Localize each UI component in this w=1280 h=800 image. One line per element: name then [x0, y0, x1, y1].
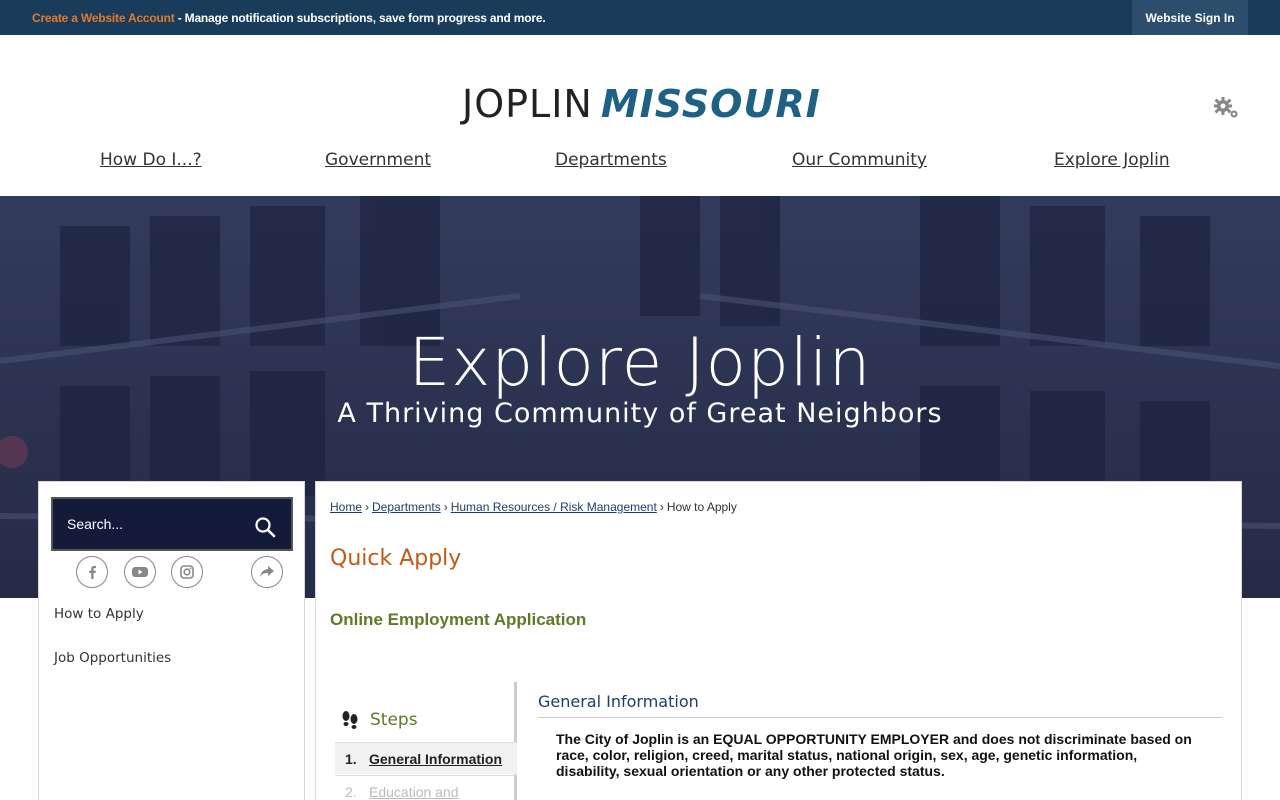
step-number: 1.	[345, 751, 357, 767]
facebook-icon[interactable]	[76, 556, 108, 588]
sidebar: Search... How to Apply Job Opportunities	[38, 481, 305, 800]
notification-message: Create a Website Account - Manage notifi…	[32, 11, 546, 25]
breadcrumb-current: How to Apply	[666, 500, 737, 514]
hero-subtitle: A Thriving Community of Great Neighbors	[337, 398, 943, 429]
nav-how-do-i[interactable]: How Do I...?	[100, 150, 202, 170]
nav-our-community[interactable]: Our Community	[792, 150, 927, 170]
create-account-link[interactable]: Create a Website Account	[32, 11, 175, 25]
breadcrumb-home[interactable]: Home	[330, 500, 362, 514]
logo-joplin: JOPLIN	[462, 82, 593, 126]
section-divider	[538, 717, 1222, 718]
eeo-statement: The City of Joplin is an EQUAL OPPORTUNI…	[556, 731, 1192, 779]
breadcrumb-human-resources[interactable]: Human Resources / Risk Management	[451, 500, 657, 514]
top-notification-bar: Create a Website Account - Manage notifi…	[0, 0, 1280, 35]
main-content: Home › Departments › Human Resources / Risk …	[315, 481, 1242, 800]
footprints-icon	[342, 711, 358, 729]
nav-government[interactable]: Government	[325, 150, 431, 170]
step-label: General Information	[369, 751, 503, 767]
search-icon[interactable]	[253, 515, 277, 539]
sidebar-item-job-opportunities[interactable]: Job Opportunities	[54, 650, 171, 666]
hero-title: Explore Joplin	[408, 324, 872, 401]
nav-explore-joplin[interactable]: Explore Joplin	[1054, 150, 1170, 170]
breadcrumb: Home › Departments › Human Resources / Risk …	[330, 500, 737, 514]
step-general-information[interactable]: 1. General Information	[335, 742, 517, 774]
search-input[interactable]: Search...	[67, 516, 123, 532]
step-education[interactable]: 2. Education and	[335, 775, 517, 800]
breadcrumb-departments[interactable]: Departments	[372, 500, 441, 514]
form-title: Online Employment Application	[330, 610, 587, 629]
site-logo[interactable]: JOPLIN MISSOURI	[462, 82, 821, 127]
share-icon[interactable]	[251, 556, 283, 588]
steps-label: Steps	[370, 710, 418, 730]
gear-icon[interactable]	[1212, 96, 1240, 120]
step-label: Education and	[369, 784, 459, 800]
nav-departments[interactable]: Departments	[555, 150, 667, 170]
step-number: 2.	[345, 784, 357, 800]
website-sign-in-button[interactable]: Website Sign In	[1132, 0, 1248, 35]
main-navigation: How Do I...? Government Departments Our …	[0, 150, 1280, 180]
logo-missouri: MISSOURI	[600, 82, 821, 126]
sidebar-item-how-to-apply[interactable]: How to Apply	[54, 606, 144, 622]
steps-heading: Steps	[340, 710, 418, 730]
steps-panel: Steps 1. General Information 2. Educatio…	[335, 682, 517, 800]
youtube-icon[interactable]	[124, 556, 156, 588]
instagram-icon[interactable]	[171, 556, 203, 588]
notification-text: - Manage notification subscriptions, sav…	[174, 11, 546, 25]
section-heading: General Information	[538, 692, 699, 711]
search-box[interactable]: Search...	[51, 497, 293, 551]
page-title: Quick Apply	[330, 546, 462, 571]
